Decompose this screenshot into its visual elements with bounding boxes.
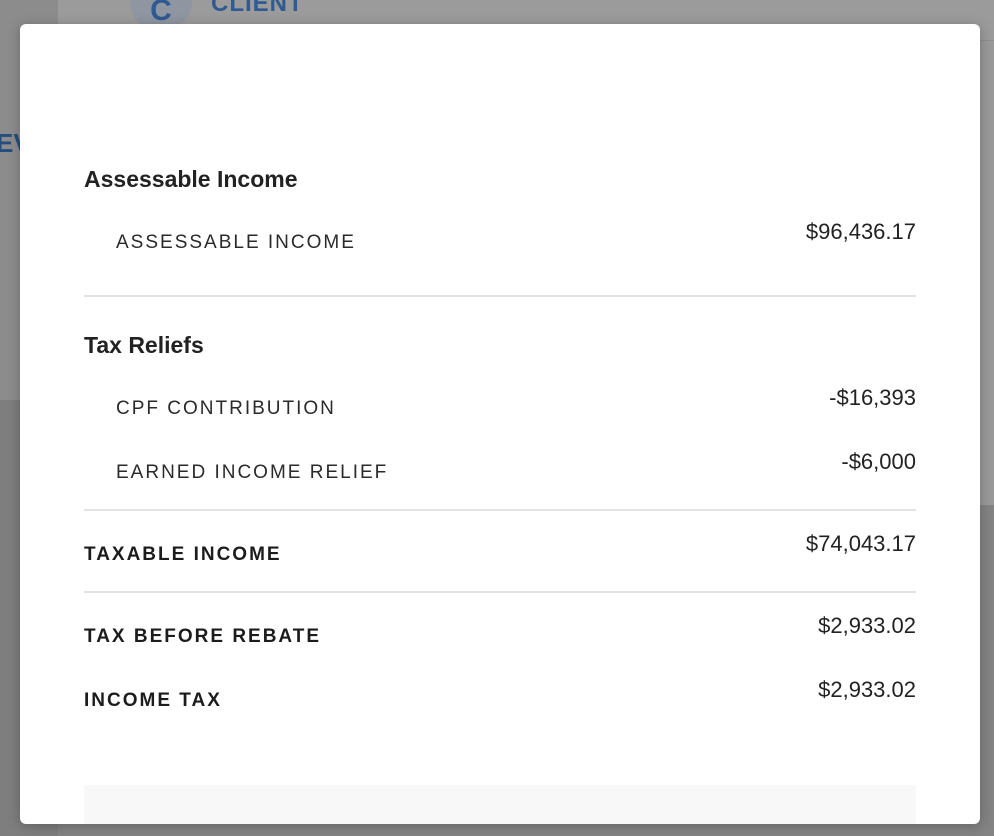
taxable-income-label: TAXABLE INCOME <box>84 544 282 565</box>
avatar-letter: C <box>150 0 172 27</box>
earned-income-relief-label: EARNED INCOME RELIEF <box>116 462 389 483</box>
tax-before-rebate-value: $2,933.02 <box>818 613 916 638</box>
divider <box>84 509 916 511</box>
tax-before-rebate-label: TAX BEFORE REBATE <box>84 626 322 647</box>
assessable-income-label: ASSESSABLE INCOME <box>116 232 356 253</box>
cpf-contribution-value: -$16,393 <box>829 385 916 410</box>
taxable-income-value: $74,043.17 <box>805 531 916 556</box>
tax-summary-content: Assessable Income ASSESSABLE INCOME $96,… <box>84 24 916 824</box>
assessable-income-value: $96,436.17 <box>805 219 916 244</box>
tax-reliefs-heading: Tax Reliefs <box>84 332 204 358</box>
modal-footer-panel <box>84 785 916 824</box>
tax-summary-modal: Assessable Income ASSESSABLE INCOME $96,… <box>20 24 980 824</box>
divider <box>84 295 916 297</box>
screen: C CLIENT EV Assessable Income ASSESSABLE… <box>0 0 994 836</box>
income-tax-value: $2,933.02 <box>818 677 916 702</box>
cpf-contribution-label: CPF CONTRIBUTION <box>116 398 336 419</box>
income-tax-label: INCOME TAX <box>84 690 222 711</box>
assessable-income-heading: Assessable Income <box>84 166 298 192</box>
divider <box>84 591 916 593</box>
client-label: CLIENT <box>211 0 304 17</box>
earned-income-relief-value: -$6,000 <box>841 449 916 474</box>
